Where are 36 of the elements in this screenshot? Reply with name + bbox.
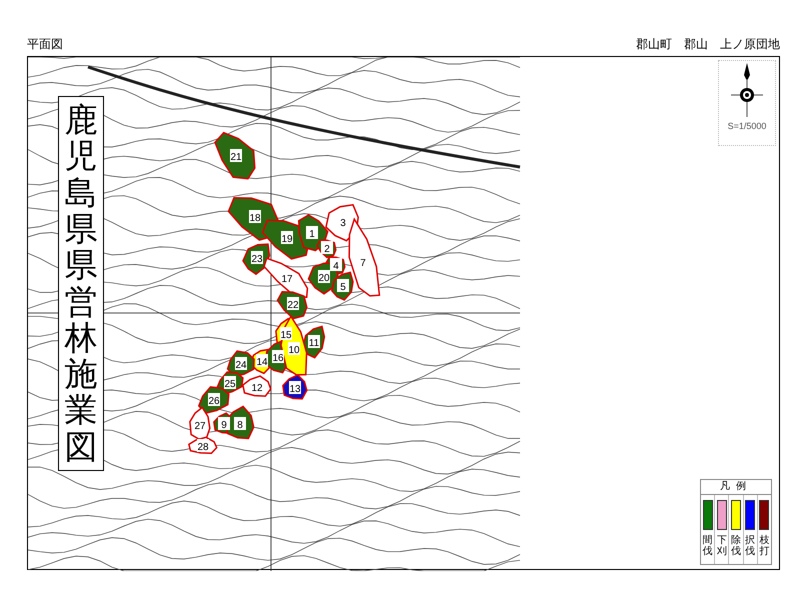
parcel-number: 8 — [234, 417, 246, 431]
parcel-number: 5 — [337, 279, 349, 293]
legend-label: 下刈 — [716, 535, 727, 557]
parcel-number: 16 — [272, 350, 284, 364]
parcel-number: 11 — [308, 335, 320, 349]
parcel-number: 20 — [318, 270, 330, 284]
legend-label: 択伐 — [745, 535, 756, 557]
legend-label: 間伐 — [702, 535, 713, 557]
parcel-number: 18 — [249, 210, 261, 224]
parcel-number: 24 — [235, 357, 247, 371]
parcel-number: 9 — [218, 417, 230, 431]
scale-label: S=1/5000 — [728, 121, 766, 131]
sheet-title: 平面図 — [27, 36, 63, 53]
parcel-number: 19 — [281, 231, 293, 245]
parcel-number: 25 — [224, 376, 236, 390]
parcel-number: 21 — [230, 149, 242, 163]
parcel-number: 4 — [330, 258, 342, 272]
location-label: 郡山町 郡山 上ノ原団地 — [636, 36, 780, 53]
legend-label: 除伐 — [731, 535, 741, 557]
parcel-number: 7 — [357, 255, 369, 269]
parcel-number: 12 — [251, 380, 263, 394]
map-title: 鹿児島県県営林施業図 — [58, 96, 104, 471]
parcel-number: 15 — [280, 327, 292, 341]
parcel-number: 22 — [287, 297, 299, 311]
parcel-number: 23 — [251, 251, 263, 265]
parcel-number: 2 — [321, 241, 333, 255]
legend-label: 枝打 — [759, 535, 770, 557]
parcel-number: 27 — [194, 418, 206, 432]
parcel-number: 26 — [208, 393, 220, 407]
parcel-number: 3 — [337, 215, 349, 229]
parcel-number: 1 — [306, 226, 318, 240]
parcel-number: 13 — [289, 381, 301, 395]
parcel-number: 10 — [288, 342, 300, 356]
legend-title: 凡例 — [701, 480, 771, 495]
parcel-number: 14 — [256, 354, 268, 368]
parcel-number: 28 — [197, 439, 209, 453]
